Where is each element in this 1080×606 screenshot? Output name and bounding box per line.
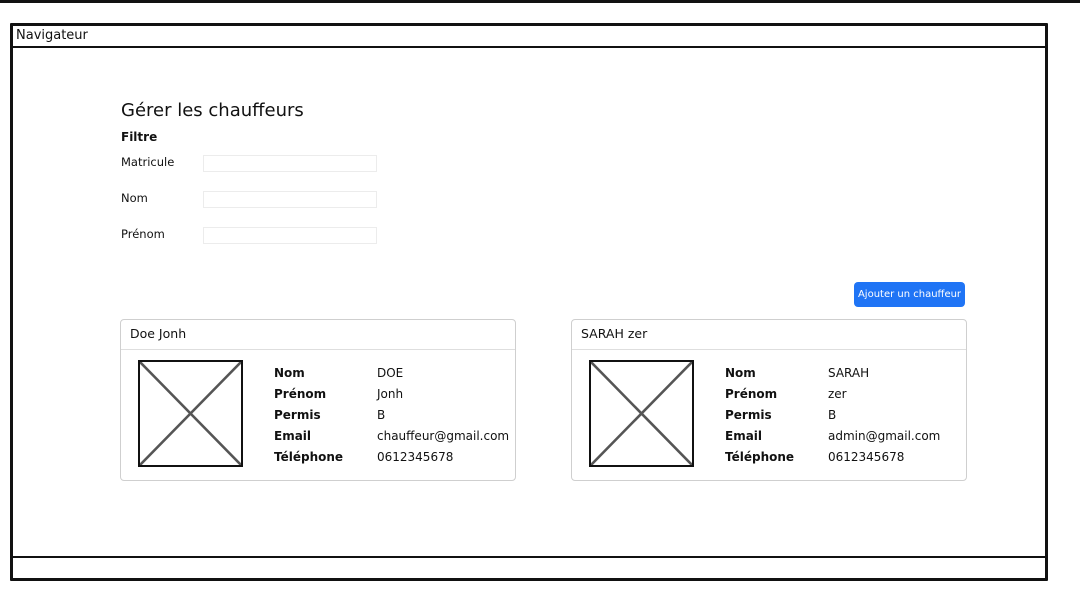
- info-label: Nom: [725, 366, 756, 380]
- top-border: [0, 0, 1080, 3]
- filter-title: Filtre: [121, 130, 158, 144]
- prenom-input[interactable]: [203, 227, 377, 244]
- info-value: chauffeur@gmail.com: [377, 429, 510, 443]
- nom-input[interactable]: [203, 191, 377, 208]
- info-label: Prénom: [725, 387, 778, 401]
- matricule-label: Matricule: [121, 155, 175, 169]
- info-label: Permis: [725, 408, 772, 422]
- navbar-title: Navigateur: [16, 28, 88, 43]
- matricule-input[interactable]: [203, 155, 377, 172]
- driver-card[interactable]: Doe Jonh Nom DOE Prénom Jonh Permis B Em…: [120, 319, 516, 481]
- browser-frame: Navigateur Gérer les chauffeurs Filtre M…: [10, 23, 1048, 581]
- info-value: SARAH: [828, 366, 870, 380]
- info-label: Prénom: [274, 387, 327, 401]
- info-value: DOE: [377, 366, 404, 380]
- info-label: Téléphone: [725, 450, 795, 464]
- add-driver-button[interactable]: Ajouter un chauffeur: [854, 282, 965, 307]
- driver-card-header: SARAH zer: [572, 320, 966, 350]
- driver-card-header: Doe Jonh: [121, 320, 515, 350]
- driver-card[interactable]: SARAH zer Nom SARAH Prénom zer Permis B …: [571, 319, 967, 481]
- info-value: Jonh: [377, 387, 404, 401]
- page-title: Gérer les chauffeurs: [121, 100, 304, 121]
- info-label: Email: [725, 429, 763, 443]
- info-value: B: [828, 408, 837, 422]
- info-label: Téléphone: [274, 450, 344, 464]
- info-value: B: [377, 408, 386, 422]
- info-label: Email: [274, 429, 312, 443]
- info-value: 0612345678: [377, 450, 454, 464]
- info-value: 0612345678: [828, 450, 905, 464]
- prenom-label: Prénom: [121, 227, 165, 241]
- info-value: admin@gmail.com: [828, 429, 941, 443]
- navbar: Navigateur: [13, 26, 1045, 48]
- driver-photo-placeholder: [138, 360, 243, 467]
- info-value: zer: [828, 387, 847, 401]
- footer: [13, 556, 1045, 578]
- nom-label: Nom: [121, 191, 148, 205]
- driver-photo-placeholder: [589, 360, 694, 467]
- info-label: Permis: [274, 408, 321, 422]
- info-label: Nom: [274, 366, 305, 380]
